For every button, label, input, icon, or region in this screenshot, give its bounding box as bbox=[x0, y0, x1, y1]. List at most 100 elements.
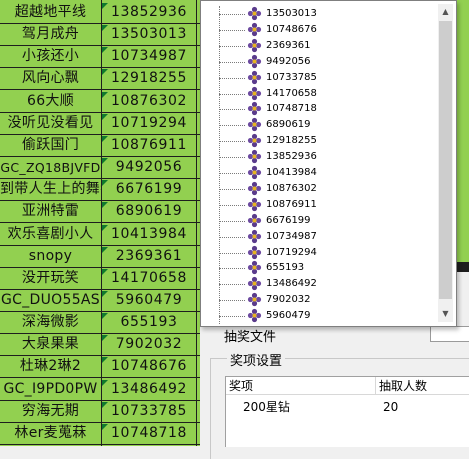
tree-connector bbox=[219, 93, 245, 95]
user-id-cell[interactable]: 10876911 bbox=[102, 135, 196, 156]
nickname-cell[interactable]: 深海微影 bbox=[0, 312, 101, 333]
nickname-cell[interactable]: snopy bbox=[0, 246, 101, 267]
tree-connector bbox=[219, 77, 245, 79]
comment-marker-icon bbox=[102, 3, 108, 9]
scroll-down-arrow[interactable]: ▼ bbox=[438, 306, 453, 322]
nickname-cell[interactable]: 亚洲特雷 bbox=[0, 201, 101, 222]
lottery-file-label: 抽奖文件 bbox=[224, 330, 277, 345]
tree-connector bbox=[219, 220, 245, 222]
nickname-cell[interactable]: 驾月成舟 bbox=[0, 24, 101, 45]
flower-user-icon bbox=[247, 260, 262, 275]
tree-connector bbox=[219, 204, 245, 206]
prize-cell-count[interactable]: 20 bbox=[383, 399, 398, 415]
tree-item-label: 2369361 bbox=[266, 39, 311, 51]
user-id-cell[interactable]: 10748718 bbox=[102, 423, 196, 444]
nickname-cell[interactable]: GC_I9PD0PW bbox=[0, 379, 101, 400]
nickname-cell[interactable]: 风向心飘 bbox=[0, 68, 101, 89]
tree-item-label: 10734987 bbox=[266, 230, 317, 242]
flower-user-icon bbox=[247, 101, 262, 116]
nickname-cell[interactable]: 欢乐喜剧小人 bbox=[0, 224, 101, 245]
nickname-cell[interactable]: 林er麦蒐菻 bbox=[0, 423, 101, 444]
comment-marker-icon bbox=[102, 47, 108, 54]
user-id-cell[interactable]: 6676199 bbox=[102, 179, 196, 200]
flower-user-icon bbox=[247, 181, 262, 196]
flower-user-icon bbox=[247, 38, 262, 53]
spreadsheet-grid[interactable]: 超越地平线 13852936 驾月成舟 13503013 小孩还小 10734987 风向心… bbox=[0, 0, 200, 446]
nickname-cell[interactable]: 没听见没看见 bbox=[0, 113, 101, 134]
nickname-cell[interactable]: 大泉果果 bbox=[0, 334, 101, 355]
flower-user-icon bbox=[247, 229, 262, 244]
column-header-prize[interactable]: 奖项 bbox=[226, 377, 376, 395]
user-id-cell[interactable]: 10733785 bbox=[102, 401, 196, 422]
user-id-cell[interactable]: 10413984 bbox=[102, 224, 196, 245]
nickname-cell[interactable]: GC_DUO55AS bbox=[0, 290, 101, 311]
comment-marker-icon bbox=[102, 113, 108, 120]
flower-user-icon bbox=[247, 22, 262, 37]
nickname-cell[interactable]: 穷海无期 bbox=[0, 401, 101, 422]
tree-item-label: 10876302 bbox=[266, 182, 317, 194]
tree-scrollbar[interactable]: ▲ ▼ bbox=[438, 4, 453, 322]
tree-item-label: 14170658 bbox=[266, 87, 317, 99]
nickname-cell[interactable]: 到带人生上的舞者 bbox=[0, 179, 101, 200]
nickname-cell[interactable]: 66大顺 bbox=[0, 91, 101, 112]
comment-marker-icon bbox=[102, 246, 108, 253]
comment-marker-icon bbox=[102, 335, 108, 342]
user-id-cell[interactable]: 14170658 bbox=[102, 268, 196, 289]
column-header-count[interactable]: 抽取人数 bbox=[376, 377, 469, 395]
scroll-up-arrow[interactable]: ▲ bbox=[438, 4, 453, 20]
prize-cell-name[interactable]: 200星钻 bbox=[243, 399, 290, 415]
comment-marker-icon bbox=[102, 290, 108, 297]
flower-user-icon bbox=[247, 86, 262, 101]
nickname-cell[interactable]: 没开玩笑 bbox=[0, 268, 101, 289]
scrollbar-thumb[interactable] bbox=[439, 21, 452, 299]
tree-item-label: 10733785 bbox=[266, 71, 317, 83]
lottery-file-field[interactable] bbox=[430, 326, 469, 342]
prize-table[interactable]: 奖项 抽取人数 200星钻 20 bbox=[225, 376, 469, 447]
flower-user-icon bbox=[247, 165, 262, 180]
user-id-cell[interactable]: 9492056 bbox=[102, 157, 196, 178]
flower-user-icon bbox=[247, 292, 262, 307]
tree-connector bbox=[219, 109, 245, 111]
user-id-cell[interactable]: 6890619 bbox=[102, 201, 196, 222]
tree-connector bbox=[219, 29, 245, 31]
flower-user-icon bbox=[247, 213, 262, 228]
flower-user-icon bbox=[247, 308, 262, 323]
flower-user-icon bbox=[247, 70, 262, 85]
user-id-cell[interactable]: 10748676 bbox=[102, 356, 196, 377]
tree-connector bbox=[219, 14, 245, 15]
user-id-cell[interactable]: 5960479 bbox=[102, 290, 196, 311]
nickname-cell[interactable]: GC_ZQ18BJVFD bbox=[0, 157, 101, 178]
user-id-cell[interactable]: 10719294 bbox=[102, 113, 196, 134]
user-id-cell[interactable]: 12918255 bbox=[102, 68, 196, 89]
user-id-cell[interactable]: 13503013 bbox=[102, 24, 196, 45]
nickname-cell[interactable]: 超越地平线 bbox=[0, 2, 101, 23]
sheet-edge-column bbox=[457, 0, 469, 262]
number-tree-popup[interactable]: 13503013 10748676 2369361 9492056 10733785 14… bbox=[200, 0, 457, 327]
user-id-cell[interactable]: 10734987 bbox=[102, 46, 196, 67]
tree-connector bbox=[219, 284, 245, 286]
tree-item-label: 655193 bbox=[266, 262, 305, 274]
user-id-cell[interactable]: 13486492 bbox=[102, 379, 196, 400]
tree-connector bbox=[219, 157, 245, 159]
tree-connector bbox=[219, 252, 245, 254]
tree-item-label: 10876911 bbox=[266, 198, 317, 210]
tree-item-label: 6890619 bbox=[266, 119, 311, 131]
tree-item-label: 9492056 bbox=[266, 55, 311, 67]
user-id-cell[interactable]: 10876302 bbox=[102, 91, 196, 112]
tree-connector bbox=[219, 188, 245, 190]
flower-user-icon bbox=[247, 133, 262, 148]
tree-item-label: 10748676 bbox=[266, 23, 317, 35]
tree-connector bbox=[219, 173, 245, 174]
user-id-cell[interactable]: 655193 bbox=[102, 312, 196, 333]
nickname-cell[interactable]: 杜琳2琳2 bbox=[0, 356, 101, 377]
nickname-cell[interactable]: 偷跃国门 bbox=[0, 135, 101, 156]
nickname-cell[interactable]: 小孩还小 bbox=[0, 46, 101, 67]
user-id-cell[interactable]: 2369361 bbox=[102, 246, 196, 267]
tree-item-label: 13486492 bbox=[266, 278, 317, 290]
sheet-edge-line bbox=[455, 262, 469, 272]
user-id-cell[interactable]: 13852936 bbox=[102, 2, 196, 23]
user-id-cell[interactable]: 7902032 bbox=[102, 334, 196, 355]
tree-connector bbox=[219, 316, 245, 318]
tree-item-label: 12918255 bbox=[266, 135, 317, 147]
comment-marker-icon bbox=[102, 379, 108, 386]
